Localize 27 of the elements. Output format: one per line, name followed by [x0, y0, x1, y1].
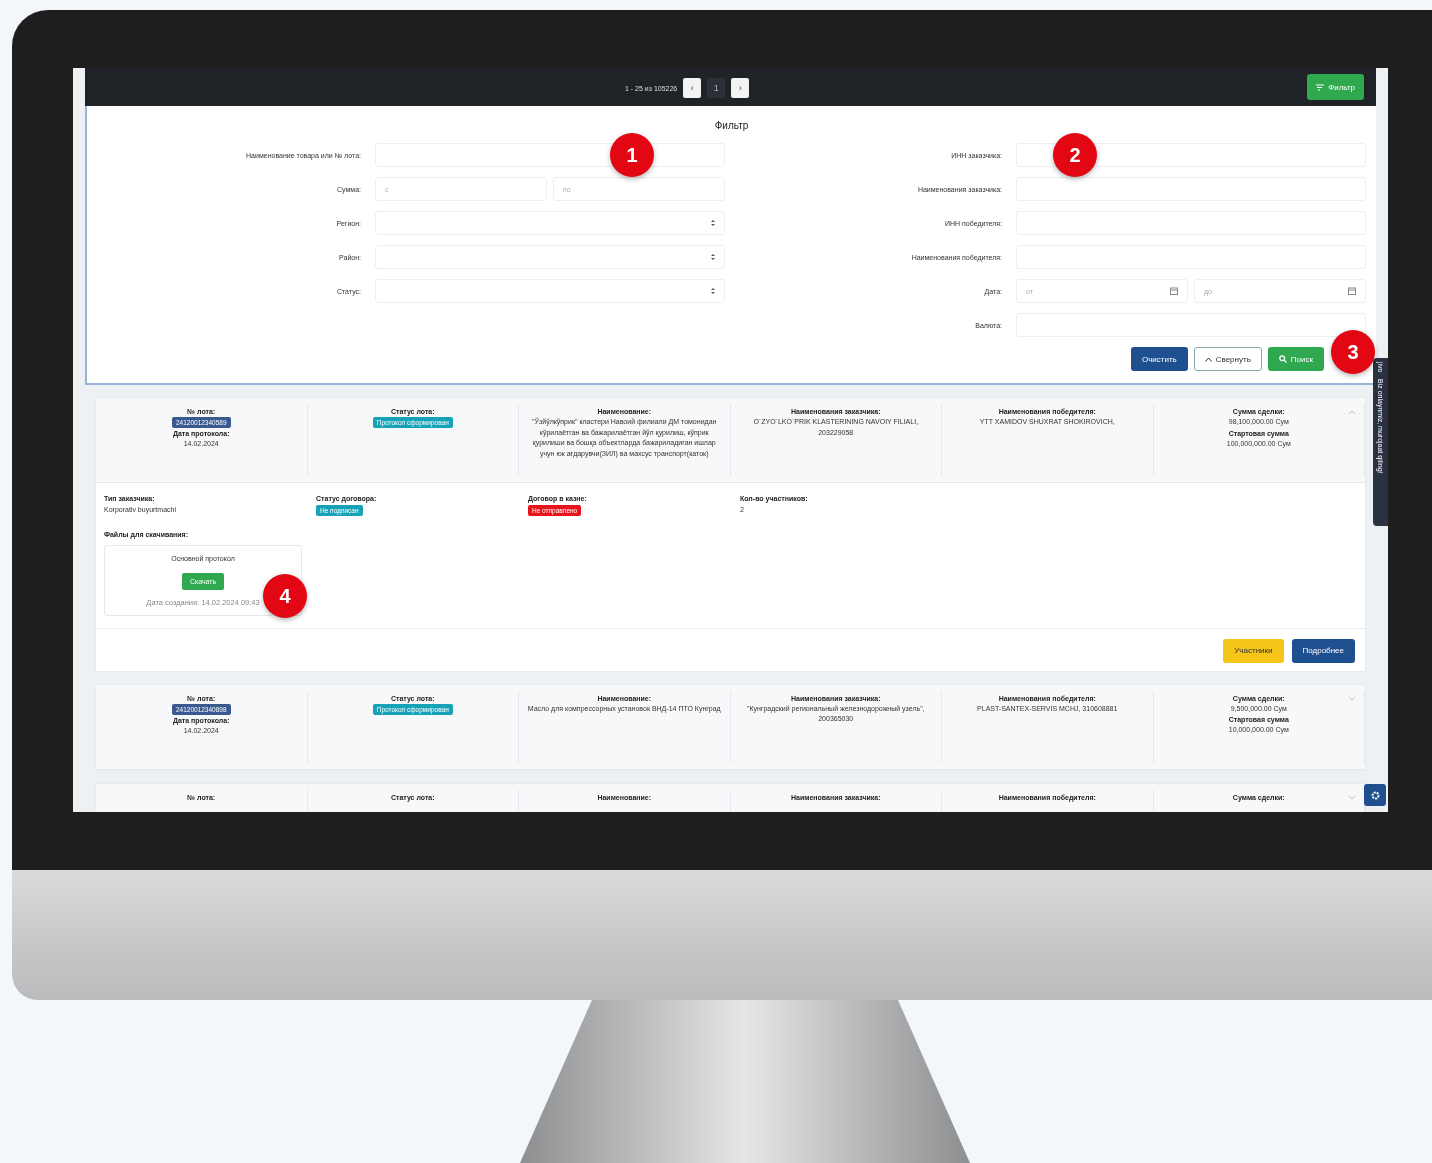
caret-icon: [711, 288, 715, 294]
filter-action-button[interactable]: Свернуть: [1193, 347, 1262, 371]
select-field[interactable]: [375, 245, 725, 269]
chevron-icon[interactable]: [1349, 410, 1355, 414]
caret-icon: [711, 254, 715, 260]
settings-button[interactable]: [1364, 784, 1386, 806]
search-icon: [1278, 355, 1287, 363]
action-button[interactable]: Подробнее: [1291, 638, 1355, 663]
chevron-icon[interactable]: [1349, 795, 1355, 800]
calendar-icon: [1348, 287, 1356, 295]
prev-page-button[interactable]: ‹: [683, 78, 702, 98]
page-button[interactable]: 1: [707, 78, 726, 98]
filter-title: Фильтр: [713, 120, 750, 131]
text-field[interactable]: [1016, 313, 1366, 337]
next-page-button[interactable]: ›: [731, 78, 750, 98]
select-field[interactable]: [375, 211, 725, 235]
filter-icon: [1316, 83, 1325, 91]
chevron-up-icon: [1204, 356, 1212, 362]
chevron-icon[interactable]: [1349, 696, 1355, 701]
calendar-icon: [1170, 287, 1178, 295]
caret-icon: [711, 220, 715, 226]
select-field[interactable]: [375, 279, 725, 303]
settings-icon: [1370, 790, 1380, 800]
text-field[interactable]: [1016, 177, 1366, 201]
text-field[interactable]: [1016, 143, 1366, 167]
filter-action-button[interactable]: Очистить: [1130, 347, 1188, 371]
action-button[interactable]: Участники: [1223, 638, 1284, 663]
